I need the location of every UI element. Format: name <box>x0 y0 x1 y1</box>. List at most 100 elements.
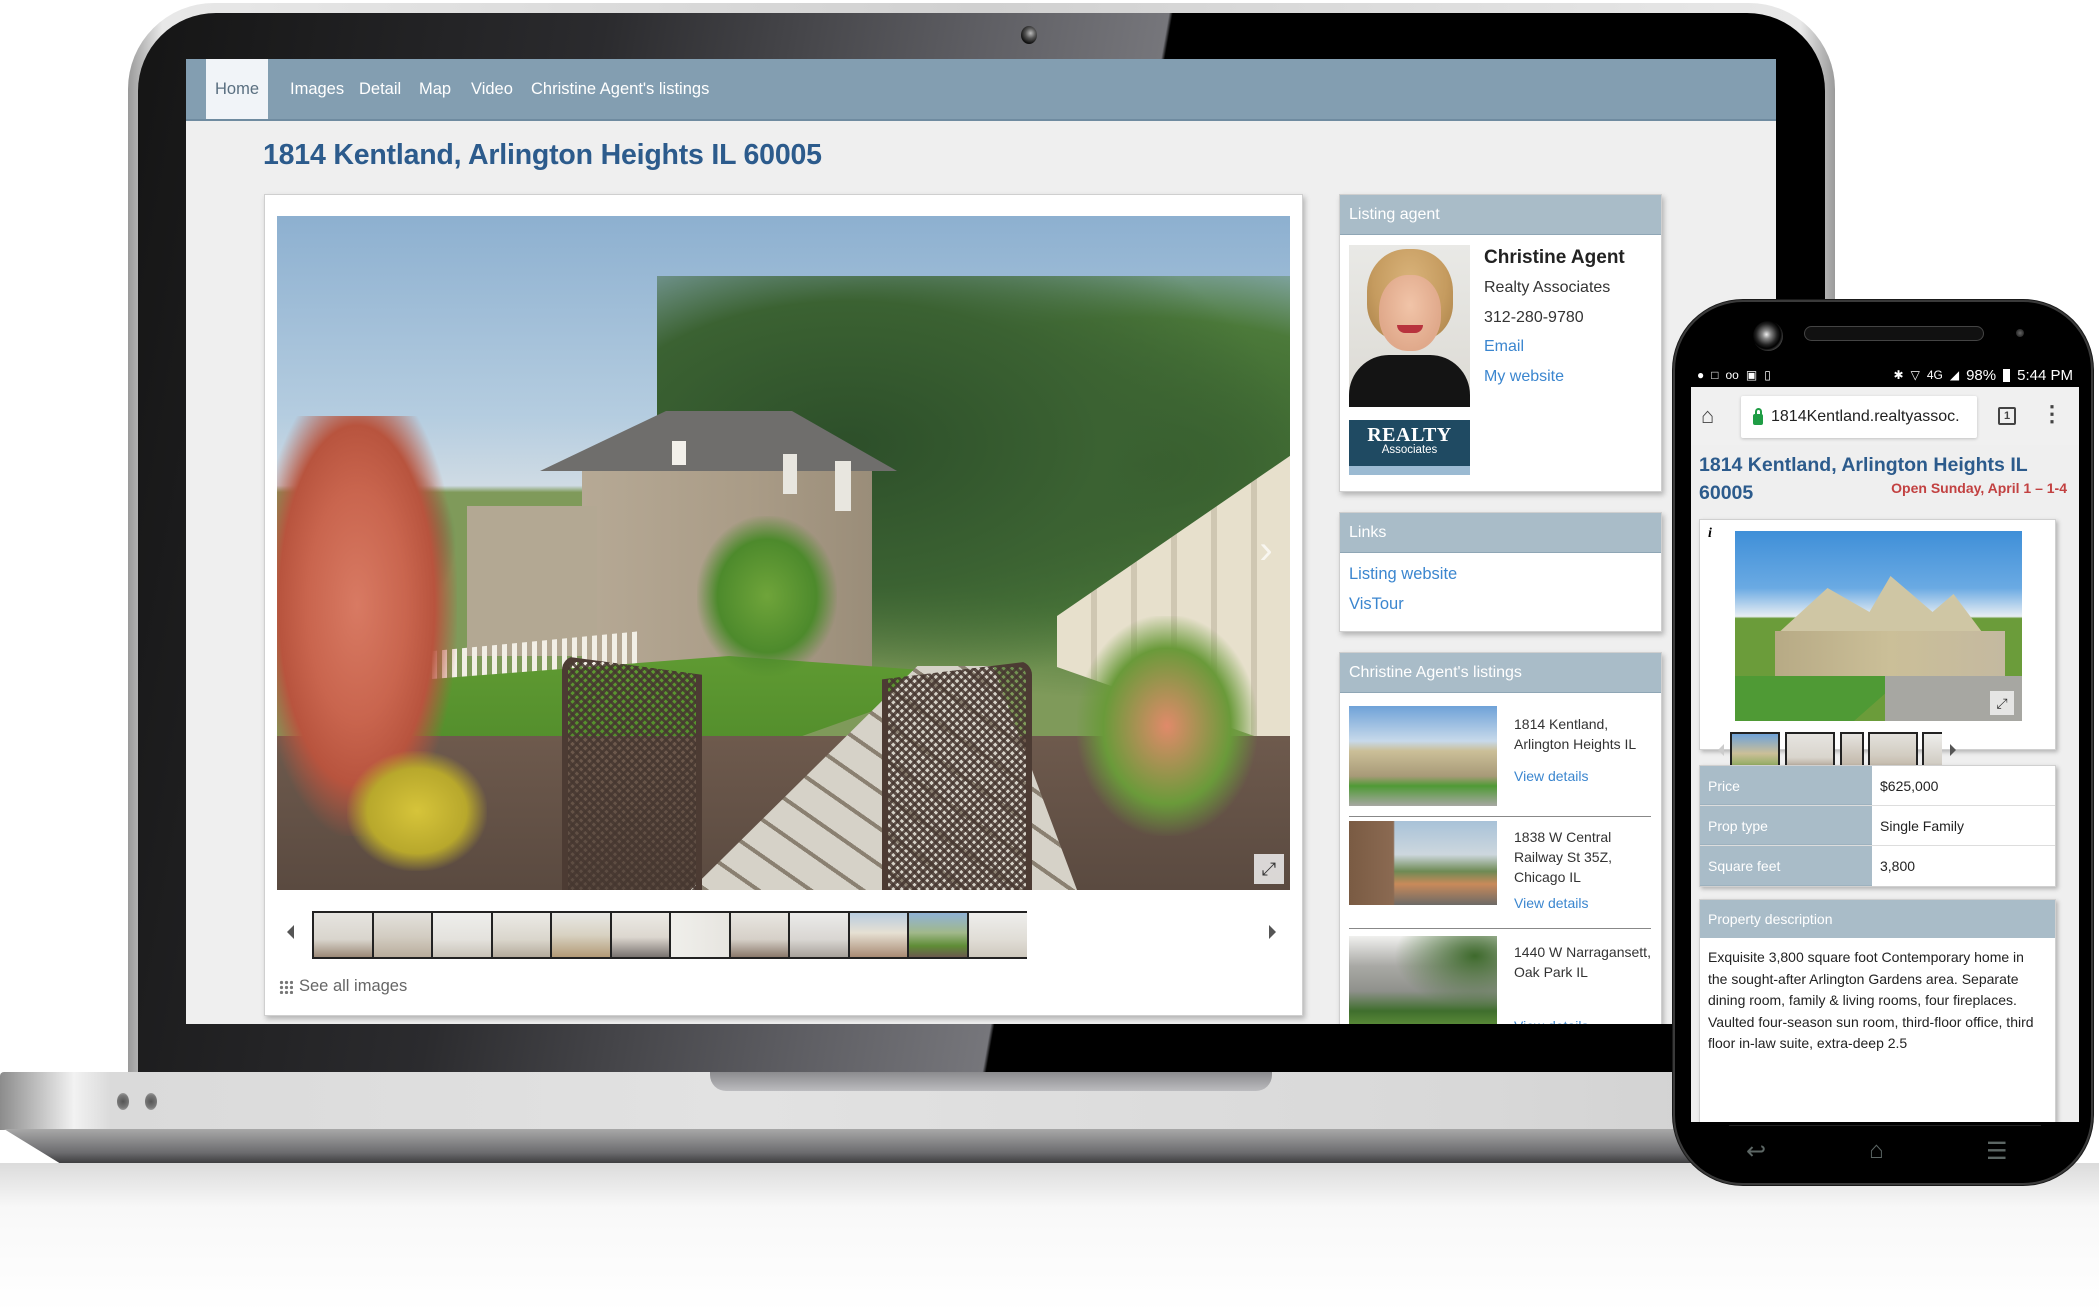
listing-website-link[interactable]: Listing website <box>1349 565 1652 595</box>
listing-address: 1814 Kentland, Arlington Heights IL <box>1514 716 1637 752</box>
battery-percent: 98% <box>1966 366 1997 384</box>
listing-thumbnail[interactable] <box>1349 706 1497 806</box>
page-title: 1814 Kentland, Arlington Heights IL 6000… <box>263 139 822 171</box>
signal-icon: ◢ <box>1949 368 1960 382</box>
tab-switcher-button[interactable]: 1 <box>1998 407 2016 425</box>
laptop-indicator-light <box>145 1093 157 1110</box>
agent-website-link[interactable]: My website <box>1484 367 1625 397</box>
thumb-next-icon[interactable] <box>1950 744 1956 756</box>
divider <box>1349 816 1651 817</box>
fact-key: Prop type <box>1700 806 1872 845</box>
listing-item[interactable]: 1440 W Narragansett, Oak Park IL View de… <box>1349 936 1655 1024</box>
status-bar: ● □ oo ▣ ▯ ✱ ▽ 4G ◢ 98% 5:44 PM <box>1691 364 2079 386</box>
agent-name: Christine Agent <box>1484 247 1625 268</box>
see-all-images-link[interactable]: See all images <box>279 977 407 996</box>
tab-agent-listings[interactable]: Christine Agent's listings <box>531 59 709 119</box>
listing-thumbnail[interactable] <box>1349 936 1497 1024</box>
property-description-panel: Property description Exquisite 3,800 squ… <box>1699 899 2056 1122</box>
phone-screen: ⌂ 1814Kentland.realtyassoc. 1 ⋮ 1814 Ken… <box>1691 387 2079 1122</box>
listing-item[interactable]: 1838 W Central Railway St 35Z, Chicago I… <box>1349 821 1655 911</box>
tab-detail[interactable]: Detail <box>359 59 401 119</box>
thumb-prev-icon[interactable] <box>287 925 294 939</box>
see-all-label: See all images <box>299 977 408 995</box>
tab-home[interactable]: Home <box>206 59 268 119</box>
phone-notification-icon: □ <box>1711 368 1719 382</box>
phone: ● □ oo ▣ ▯ ✱ ▽ 4G ◢ 98% 5:44 PM ⌂ 1814Ke… <box>1673 300 2093 1185</box>
phone-camera <box>1753 321 1783 351</box>
chevron-right-icon[interactable]: › <box>2031 615 2041 649</box>
outlook-icon: ▣ <box>1745 368 1758 382</box>
facts-row: Price $625,000 <box>1700 766 2055 806</box>
fact-value: $625,000 <box>1880 778 1939 794</box>
agent-face <box>1379 275 1441 351</box>
chevron-left-icon[interactable]: ‹ <box>1714 615 1724 649</box>
thumbnail[interactable] <box>967 911 1027 959</box>
view-details-link[interactable]: View details <box>1514 1018 1588 1024</box>
android-nav-bar: ↩ ⌂ ☰ <box>1691 1125 2079 1175</box>
lawn <box>1735 676 1905 721</box>
home-icon[interactable]: ⌂ <box>1869 1137 1884 1165</box>
mobile-main-photo[interactable]: ⤢ <box>1735 531 2022 721</box>
panel-header: Christine Agent's listings <box>1340 653 1661 693</box>
info-icon[interactable]: i <box>1708 526 1712 542</box>
vistour-link[interactable]: VisTour <box>1349 595 1652 625</box>
mobile-page-title: 1814 Kentland, Arlington Heights IL 6000… <box>1699 454 2028 504</box>
agent-jacket <box>1349 355 1470 407</box>
mobile-gallery-card: i ⤢ ‹ › See all images <box>1699 519 2056 800</box>
facts-row: Prop type Single Family <box>1700 806 2055 846</box>
cup-icon: ▯ <box>1764 368 1771 382</box>
agent-email-link[interactable]: Email <box>1484 337 1625 367</box>
logo-text: REALTY <box>1367 424 1452 446</box>
thumbnail-strip <box>277 911 1290 961</box>
house-wing <box>467 506 597 656</box>
home-icon[interactable]: ⌂ <box>1701 403 1714 429</box>
chat-icon: ● <box>1697 368 1705 382</box>
agent-photo <box>1349 245 1470 407</box>
fact-value: 3,800 <box>1880 858 1916 874</box>
panel-header: Property description <box>1700 900 2055 938</box>
recent-apps-icon[interactable]: ☰ <box>1986 1137 2008 1166</box>
expand-icon[interactable]: ⤢ <box>1990 691 2014 715</box>
listing-address: 1440 W Narragansett, Oak Park IL <box>1514 944 1651 980</box>
wifi-icon: ▽ <box>1910 368 1920 382</box>
house-window <box>672 441 686 465</box>
main-photo[interactable]: › ⤢ <box>277 216 1290 890</box>
divider <box>1729 1125 2041 1126</box>
expand-icon[interactable]: ⤢ <box>1254 854 1284 884</box>
chevron-right-icon[interactable]: › <box>1254 526 1278 574</box>
listing-address: 1838 W Central Railway St 35Z, Chicago I… <box>1514 829 1613 885</box>
lock-icon <box>1753 407 1763 425</box>
chair <box>882 661 1032 890</box>
tab-map[interactable]: Map <box>419 59 451 119</box>
photo-gallery-card: › ⤢ See all images <box>264 194 1303 1016</box>
bluetooth-icon: ✱ <box>1893 368 1904 382</box>
shrub <box>1077 616 1257 836</box>
fact-key: Square feet <box>1700 846 1872 886</box>
kebab-menu-icon[interactable]: ⋮ <box>2041 401 2063 427</box>
url-bar[interactable]: 1814Kentland.realtyassoc. <box>1741 396 1977 438</box>
laptop-base-edge <box>4 1129 1850 1163</box>
phone-speaker <box>1804 326 1984 341</box>
property-facts-table: Price $625,000 Prop type Single Family S… <box>1699 765 2056 887</box>
grid-icon <box>279 979 293 994</box>
listing-item[interactable]: 1814 Kentland, Arlington Heights IL View… <box>1349 706 1655 806</box>
links-panel: Links Listing website VisTour <box>1339 512 1662 632</box>
thumb-prev-icon[interactable] <box>1718 744 1724 756</box>
view-details-link[interactable]: View details <box>1514 895 1588 911</box>
agent-phone: 312-280-9780 <box>1484 308 1584 326</box>
laptop-hinge-notch <box>710 1072 1272 1091</box>
tab-images[interactable]: Images <box>290 59 344 119</box>
listing-thumbnail[interactable] <box>1349 821 1497 905</box>
tab-video[interactable]: Video <box>471 59 513 119</box>
divider <box>1349 928 1651 929</box>
fact-key: Price <box>1700 766 1872 805</box>
thumb-next-icon[interactable] <box>1269 925 1276 939</box>
property-description-text: Exquisite 3,800 square foot Contemporary… <box>1708 949 2034 1051</box>
facts-row: Square feet 3,800 <box>1700 846 2055 886</box>
laptop-camera <box>1021 26 1037 44</box>
view-details-link[interactable]: View details <box>1514 768 1588 784</box>
phone-sensor <box>2016 329 2024 337</box>
voicemail-icon: oo <box>1725 368 1739 382</box>
back-icon[interactable]: ↩ <box>1746 1137 1766 1166</box>
agent-info: Christine Agent Realty Associates 312-28… <box>1484 247 1625 396</box>
